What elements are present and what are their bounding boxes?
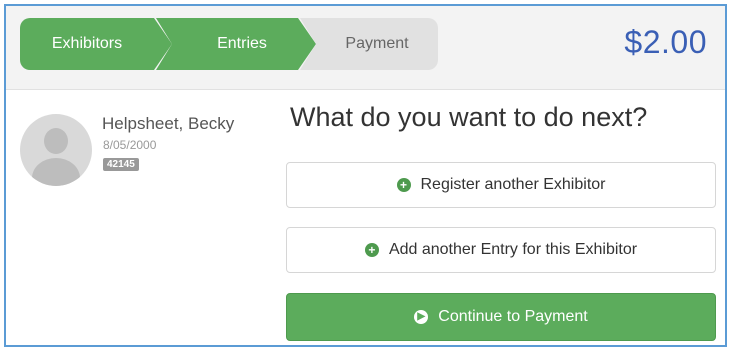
step-exhibitors[interactable]: Exhibitors: [20, 18, 172, 70]
user-placeholder-icon-body: [32, 158, 80, 186]
add-another-entry-button[interactable]: + Add another Entry for this Exhibitor: [286, 227, 716, 273]
progress-bar: Exhibitors Entries Payment $2.00: [6, 6, 725, 90]
add-entry-button-label: Add another Entry for this Exhibitor: [388, 241, 638, 258]
step-payment[interactable]: Payment: [300, 18, 438, 70]
user-placeholder-icon: [44, 128, 68, 154]
continue-button-label: Continue to Payment: [438, 308, 588, 325]
step-exhibitors-label: Exhibitors: [51, 35, 123, 52]
checkout-panel: Exhibitors Entries Payment $2.00 Helpshe…: [4, 4, 727, 347]
continue-to-payment-button[interactable]: ▶ Continue to Payment: [286, 293, 716, 341]
plus-circle-icon: +: [396, 178, 411, 192]
exhibitor-dob: 8/05/2000: [103, 138, 157, 152]
register-another-exhibitor-button[interactable]: + Register another Exhibitor: [286, 162, 716, 208]
step-entries[interactable]: Entries: [156, 18, 316, 70]
register-button-label: Register another Exhibitor: [420, 176, 606, 193]
step-payment-label: Payment: [345, 35, 409, 52]
plus-circle-icon: +: [364, 243, 379, 257]
exhibitor-name: Helpsheet, Becky: [102, 114, 235, 133]
page-title: What do you want to do next?: [290, 102, 648, 132]
step-entries-label: Entries: [217, 35, 267, 52]
avatar: [20, 114, 92, 186]
wizard-steps: Exhibitors Entries Payment: [20, 18, 438, 70]
arrow-circle-right-icon: ▶: [414, 310, 429, 324]
order-total: $2.00: [624, 24, 707, 60]
exhibitor-id-badge: 42145: [103, 158, 139, 171]
